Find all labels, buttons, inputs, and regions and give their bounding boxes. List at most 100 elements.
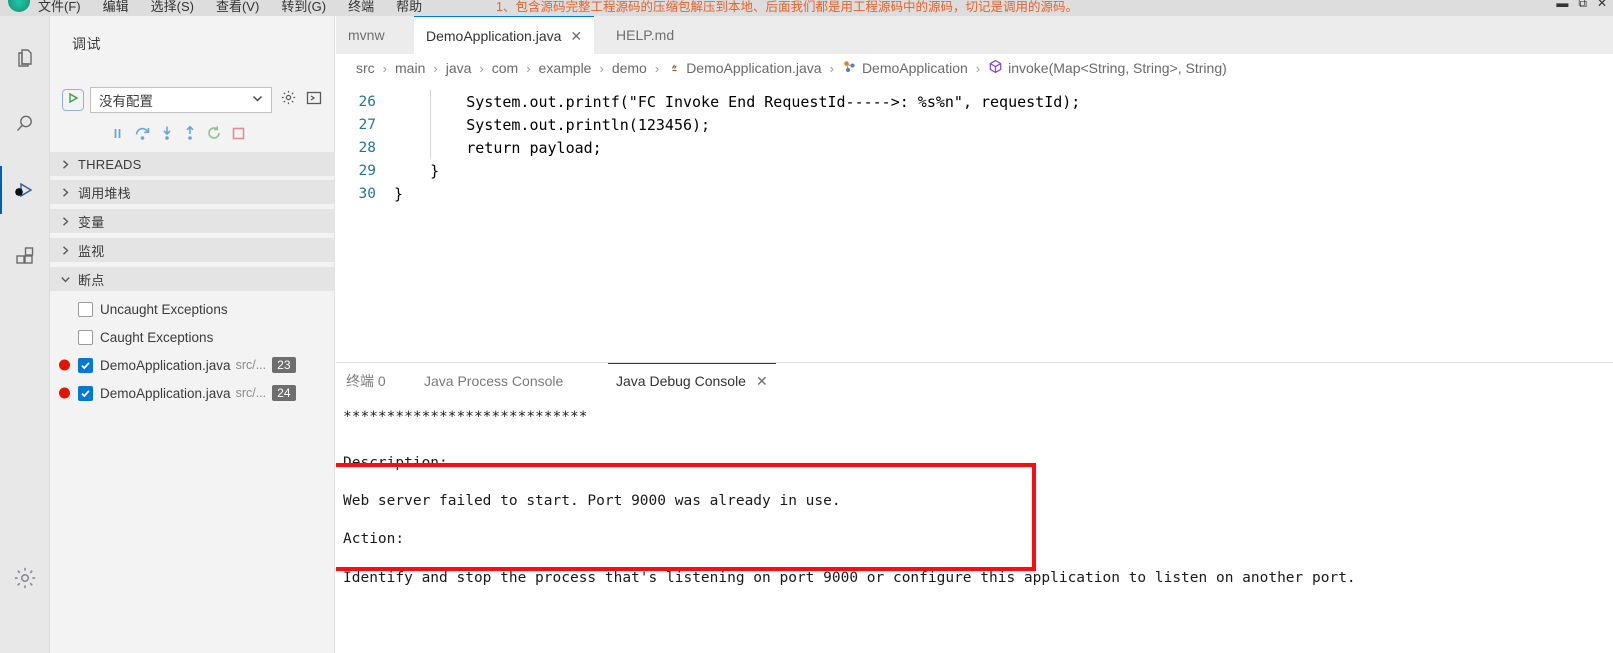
sidebar-title: 调试 <box>72 36 101 52</box>
code-text: return payload; <box>394 138 602 157</box>
code-editor[interactable]: 26 System.out.printf("FC Invoke End Requ… <box>336 90 1613 378</box>
activitybar-item-extensions[interactable] <box>0 232 50 280</box>
debug-icon <box>12 177 38 203</box>
code-line: 28 return payload; <box>336 136 1613 159</box>
breadcrumb-item-class[interactable]: DemoApplication <box>842 59 968 77</box>
breakpoint-checkbox[interactable] <box>78 329 93 345</box>
open-debug-console-button[interactable] <box>304 90 324 110</box>
breadcrumb-separator: › <box>526 60 531 76</box>
breadcrumb-item-main[interactable]: main <box>395 60 425 76</box>
activitybar-item-manage[interactable] <box>0 554 50 602</box>
breakpoint-path: src/... <box>235 386 267 400</box>
chevron-down-icon <box>60 274 76 285</box>
menu-item-help[interactable]: 帮助 <box>396 0 422 15</box>
panel-tab-terminal[interactable]: 终端 0 <box>346 363 386 399</box>
panel-tab-java-process-console[interactable]: Java Process Console <box>424 363 563 399</box>
stop-button[interactable] <box>231 126 246 141</box>
line-number: 28 <box>358 139 376 156</box>
breadcrumb-item-src[interactable]: src <box>356 60 375 76</box>
activitybar-item-search[interactable] <box>0 100 50 148</box>
gear-icon <box>280 89 297 111</box>
code-text: } <box>394 161 440 180</box>
breadcrumb-label: src <box>356 60 375 76</box>
code-text: } <box>394 184 404 203</box>
pause-button[interactable] <box>110 126 125 141</box>
section-label: 变量 <box>78 214 105 230</box>
tab-label: mvnw <box>348 27 385 43</box>
tab-demoapplication-java[interactable]: DemoApplication.java ✕ <box>414 16 595 54</box>
step-out-button[interactable] <box>183 125 197 141</box>
sidebar-section-breakpoints[interactable]: 断点 <box>50 267 335 292</box>
breakpoint-label: DemoApplication.java <box>100 357 231 373</box>
start-debugging-button[interactable] <box>62 89 84 111</box>
chevron-right-icon <box>60 187 76 198</box>
minimize-button[interactable]: ▬ <box>1556 0 1568 11</box>
breadcrumb-label: com <box>491 60 519 76</box>
files-icon <box>13 46 37 70</box>
breadcrumb-separator: › <box>479 60 484 76</box>
breadcrumb-separator: › <box>599 60 604 76</box>
java-file-icon <box>667 60 681 77</box>
close-window-button[interactable]: ✕ <box>1597 0 1607 11</box>
line-number: 29 <box>358 162 376 179</box>
indent-guide <box>430 90 431 113</box>
console-line: **************************** <box>343 409 588 425</box>
play-icon <box>66 91 80 110</box>
menu-item-view[interactable]: 查看(V) <box>216 0 259 15</box>
breakpoint-checkbox[interactable] <box>78 385 93 401</box>
list-item[interactable]: DemoApplication.java src/... 24 <box>50 379 335 407</box>
activitybar-item-explorer[interactable] <box>0 34 50 82</box>
panel-tab-java-debug-console[interactable]: Java Debug Console ✕ <box>608 363 776 399</box>
tab-help-md[interactable]: HELP.md <box>604 16 686 54</box>
breadcrumb-label: demo <box>611 60 647 76</box>
bottom-panel: 终端 0 Java Process Console Java Debug Con… <box>336 362 1613 653</box>
breadcrumb-item-demo[interactable]: demo <box>612 60 647 76</box>
debug-console-output[interactable]: **************************** Description… <box>336 399 1613 653</box>
breadcrumb-item-example[interactable]: example <box>539 60 592 76</box>
breadcrumb-item-method[interactable]: invoke(Map<String, String>, String) <box>988 59 1227 77</box>
breadcrumb-label: main <box>395 60 426 76</box>
open-launch-json-button[interactable] <box>278 90 298 110</box>
breakpoint-checkbox[interactable] <box>78 357 93 373</box>
editor-group: mvnw DemoApplication.java ✕ HELP.md src … <box>336 16 1613 653</box>
list-item[interactable]: Caught Exceptions <box>50 323 335 351</box>
extensions-icon <box>13 244 37 268</box>
code-text: System.out.println(123456); <box>394 115 711 134</box>
menu-item-file[interactable]: 文件(F) <box>38 0 81 15</box>
close-icon[interactable]: ✕ <box>756 373 768 390</box>
menu-item-go[interactable]: 转到(G) <box>281 0 326 15</box>
breadcrumb-item-file[interactable]: DemoApplication.java <box>667 60 822 77</box>
breadcrumb-item-com[interactable]: com <box>492 60 518 76</box>
maximize-button[interactable]: ⧉ <box>1578 0 1587 11</box>
line-number: 27 <box>358 116 376 133</box>
menu-item-edit[interactable]: 编辑 <box>103 0 129 15</box>
tab-mvnw[interactable]: mvnw <box>336 16 397 54</box>
menu-item-selection[interactable]: 选择(S) <box>151 0 194 15</box>
step-over-button[interactable] <box>134 125 151 141</box>
close-icon[interactable]: ✕ <box>570 29 582 43</box>
launch-config-row: 没有配置 <box>62 86 324 114</box>
breadcrumb-label: invoke(Map<String, String>, String) <box>1008 60 1227 76</box>
sidebar-section-threads[interactable]: THREADS <box>50 152 335 177</box>
activity-bar <box>0 16 50 653</box>
list-item[interactable]: Uncaught Exceptions <box>50 295 335 323</box>
list-item[interactable]: DemoApplication.java src/... 23 <box>50 351 335 379</box>
breakpoint-label: Uncaught Exceptions <box>100 301 228 317</box>
step-into-button[interactable] <box>160 125 174 141</box>
launch-config-select[interactable]: 没有配置 <box>90 87 272 113</box>
breadcrumb-item-java[interactable]: java <box>446 60 472 76</box>
breakpoint-checkbox[interactable] <box>78 301 93 317</box>
restart-button[interactable] <box>206 125 222 141</box>
sidebar-section-watch[interactable]: 监视 <box>50 238 335 263</box>
sidebar-section-variables[interactable]: 变量 <box>50 209 335 234</box>
breakpoint-label: Caught Exceptions <box>100 329 214 345</box>
search-icon <box>13 112 37 136</box>
open-debug-console-icon <box>306 90 322 111</box>
menu-item-terminal[interactable]: 终端 <box>348 0 374 15</box>
activitybar-item-run-and-debug[interactable] <box>0 166 50 214</box>
panel-tab-label: Java Debug Console <box>616 373 746 389</box>
breakpoint-label: DemoApplication.java <box>100 385 231 401</box>
breadcrumb-label: java <box>445 60 472 76</box>
chevron-down-icon <box>251 92 264 108</box>
sidebar-section-call-stack[interactable]: 调用堆栈 <box>50 180 335 205</box>
